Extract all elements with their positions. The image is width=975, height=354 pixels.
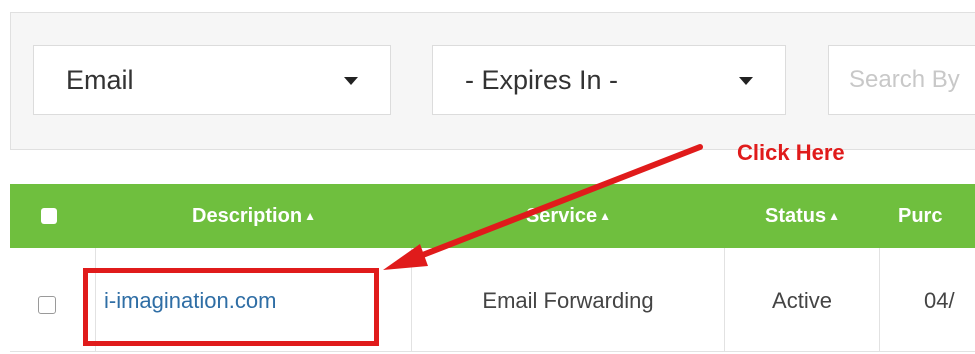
column-header-description[interactable]: Description ▲ — [96, 184, 412, 248]
column-header-label: Service — [525, 205, 598, 227]
column-header-status[interactable]: Status ▲ — [725, 184, 880, 248]
column-header-label: Status — [764, 205, 827, 227]
sort-ascending-icon: ▲ — [599, 209, 612, 223]
sort-ascending-icon: ▲ — [828, 209, 840, 223]
column-header-purchase[interactable]: Purc — [880, 184, 975, 248]
service-type-select[interactable]: Email — [33, 45, 391, 115]
column-header-label: Purc — [898, 205, 943, 227]
expires-in-select-value: - Expires In - — [465, 65, 619, 95]
purchase-date-cell: 04/ — [924, 288, 955, 313]
column-header-label: Description — [192, 205, 303, 227]
service-cell: Email Forwarding — [412, 248, 725, 351]
select-all-checkbox[interactable] — [41, 208, 57, 224]
sort-ascending-icon: ▲ — [304, 209, 316, 223]
column-header-service[interactable]: Service ▲ — [412, 184, 725, 248]
services-table: Description ▲ Service ▲ Status ▲ Purc i-ima… — [10, 184, 975, 352]
domain-link[interactable]: i-imagination.com — [104, 288, 276, 313]
expires-in-select[interactable]: - Expires In - — [432, 45, 786, 115]
row-checkbox[interactable] — [38, 296, 56, 314]
filter-panel: Email - Expires In - — [10, 12, 975, 150]
table-header: Description ▲ Service ▲ Status ▲ Purc — [10, 184, 975, 248]
select-all-column — [10, 184, 96, 248]
description-cell: i-imagination.com — [96, 248, 412, 351]
table-row: i-imagination.com Email Forwarding Activ… — [10, 248, 975, 352]
search-input[interactable] — [828, 45, 975, 115]
row-select-cell — [10, 248, 96, 351]
caret-down-icon — [739, 77, 753, 85]
service-type-select-value: Email — [66, 65, 134, 95]
caret-down-icon — [344, 77, 358, 85]
status-cell: Active — [725, 248, 880, 351]
